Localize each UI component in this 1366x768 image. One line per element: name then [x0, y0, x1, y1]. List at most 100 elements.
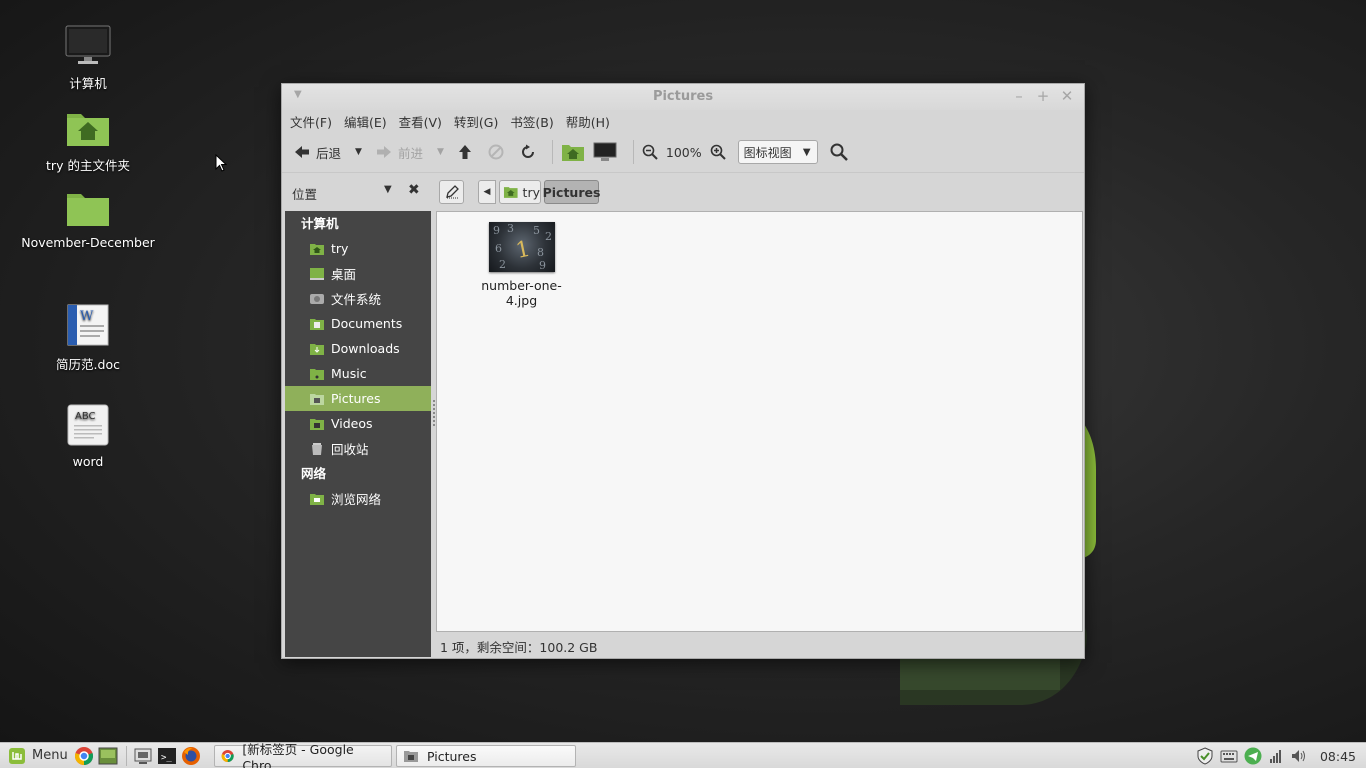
menu-label: Menu	[32, 748, 68, 763]
system-tray: 08:45	[1196, 743, 1366, 768]
zoom-in-button[interactable]	[710, 144, 726, 160]
svg-text:5: 5	[533, 224, 540, 237]
sidebar-item-try[interactable]: try	[285, 236, 431, 261]
desktop-icon-label: 计算机	[69, 76, 107, 91]
minimize-icon[interactable]: –	[1012, 87, 1026, 105]
shield-icon[interactable]	[1196, 747, 1214, 765]
chevron-left-icon: ◀	[483, 187, 491, 197]
view-mode-select[interactable]: 图标视图 ▼	[737, 140, 818, 164]
drive-icon	[310, 293, 324, 304]
breadcrumb-scroll-left[interactable]: ◀	[478, 180, 496, 204]
forward-history-dropdown-icon[interactable]: ▼	[437, 147, 444, 157]
sidebar-item-videos[interactable]: Videos	[285, 411, 431, 436]
computer-button[interactable]	[593, 142, 617, 162]
folder-icon	[310, 368, 324, 380]
desktop-icon-home-folder[interactable]: try 的主文件夹	[13, 108, 163, 174]
menu-bookmarks[interactable]: 书签(B)	[510, 112, 553, 131]
file-item[interactable]: 9352 6829 1 number-one-4.jpg	[469, 222, 574, 308]
volume-icon[interactable]	[1290, 748, 1308, 764]
keyboard-icon[interactable]	[1220, 747, 1238, 765]
sidebar-item-label: Videos	[331, 416, 373, 431]
zoom-level[interactable]: 100%	[666, 145, 702, 160]
sidebar-resize-handle[interactable]	[433, 400, 435, 428]
taskbar-item-pictures[interactable]: Pictures	[396, 745, 576, 767]
places-dropdown-icon[interactable]: ▼	[384, 184, 392, 195]
menu-help[interactable]: 帮助(H)	[566, 112, 610, 131]
menu-file[interactable]: 文件(F)	[290, 112, 332, 131]
svg-text:2: 2	[545, 230, 552, 243]
breadcrumb-home-label: try	[522, 184, 540, 200]
zoom-out-button[interactable]	[642, 144, 658, 160]
arrow-right-icon	[376, 146, 391, 158]
location-bar: 位置 ▼ ✖ ◀ try Pictures	[282, 172, 1084, 210]
sidebar-item-pictures[interactable]: Pictures	[285, 386, 431, 411]
close-sidebar-icon[interactable]: ✖	[408, 182, 420, 198]
signal-strength-icon[interactable]	[1268, 748, 1284, 764]
home-button[interactable]	[561, 142, 585, 162]
sidebar-item-label: Pictures	[331, 391, 381, 406]
panel-separator	[126, 745, 127, 766]
desktop-icon-doc[interactable]: W 简历范.doc	[13, 303, 163, 373]
window-title: Pictures	[652, 89, 714, 104]
sidebar-item-filesystem[interactable]: 文件系统	[285, 286, 431, 311]
menu-edit[interactable]: 编辑(E)	[344, 112, 387, 131]
sidebar-item-trash[interactable]: 回收站	[285, 436, 431, 461]
toggle-location-entry-button[interactable]	[439, 180, 464, 204]
sidebar-item-label: Music	[331, 366, 367, 381]
taskbar-item-label: Pictures	[427, 748, 477, 764]
svg-text:3: 3	[507, 222, 514, 235]
sidebar-item-music[interactable]: Music	[285, 361, 431, 386]
home-folder-icon	[561, 145, 584, 161]
desktop-icon-label: November-December	[21, 235, 155, 250]
forward-label: 前进	[397, 145, 423, 161]
text-document-icon: ABC	[67, 404, 109, 446]
reload-icon	[521, 144, 534, 158]
image-thumbnail: 9352 6829 1	[488, 222, 555, 272]
close-icon[interactable]: ✕	[1060, 87, 1074, 105]
file-view[interactable]: 9352 6829 1 number-one-4.jpg	[436, 211, 1083, 632]
folder-pictures-icon	[404, 751, 418, 762]
breadcrumb-current[interactable]: Pictures	[543, 180, 600, 204]
menu-view[interactable]: 查看(V)	[399, 112, 442, 131]
monitor-icon	[65, 25, 111, 64]
desktop-icon-computer[interactable]: 计算机	[13, 24, 163, 92]
network-icon	[310, 493, 324, 505]
breadcrumb-home[interactable]: try	[499, 180, 541, 204]
desktop-icon-label: word	[72, 454, 104, 469]
stop-button[interactable]	[488, 144, 504, 160]
menu-go[interactable]: 转到(G)	[454, 112, 498, 131]
sidebar-item-downloads[interactable]: Downloads	[285, 336, 431, 361]
clock[interactable]: 08:45	[1320, 749, 1356, 764]
sidebar-item-documents[interactable]: Documents	[285, 311, 431, 336]
chrome-icon[interactable]	[74, 746, 94, 766]
home-folder-icon	[503, 187, 518, 198]
start-menu-button[interactable]: Menu	[0, 747, 70, 765]
desktop-icon-text[interactable]: ABC word	[13, 403, 163, 469]
menu-bar: 文件(F) 编辑(E) 查看(V) 转到(G) 书签(B) 帮助(H)	[282, 110, 1084, 132]
mouse-cursor-icon	[215, 154, 227, 172]
sidebar-item-desktop[interactable]: 桌面	[285, 261, 431, 286]
maximize-icon[interactable]: +	[1036, 87, 1050, 105]
up-button[interactable]	[458, 144, 472, 160]
telegram-icon[interactable]	[1244, 747, 1262, 765]
terminal-green-icon[interactable]	[98, 746, 118, 766]
back-label: 后退	[316, 145, 342, 161]
show-desktop-icon[interactable]	[133, 746, 153, 766]
desktop-icon-folder[interactable]: November-December	[13, 190, 163, 250]
reload-button[interactable]	[520, 144, 536, 160]
firefox-icon[interactable]	[181, 746, 201, 766]
back-button[interactable]: 后退 ▼	[294, 143, 362, 162]
title-bar[interactable]: ▼ Pictures – + ✕	[282, 84, 1084, 110]
toolbar-separator	[632, 140, 634, 164]
terminal-icon[interactable]: >_	[157, 746, 177, 766]
sidebar-item-label: Documents	[331, 316, 403, 331]
forward-button[interactable]: 前进 ▼	[376, 143, 444, 162]
svg-text:W: W	[80, 309, 94, 324]
search-button[interactable]	[830, 143, 848, 161]
trash-icon	[312, 442, 322, 455]
toolbar-separator	[551, 140, 553, 164]
taskbar-item-chrome[interactable]: [新标签页 - Google Chro...	[214, 742, 392, 768]
sidebar-item-browse-network[interactable]: 浏览网络	[285, 486, 431, 511]
back-history-dropdown-icon[interactable]: ▼	[355, 147, 362, 157]
svg-text:2: 2	[499, 258, 506, 271]
